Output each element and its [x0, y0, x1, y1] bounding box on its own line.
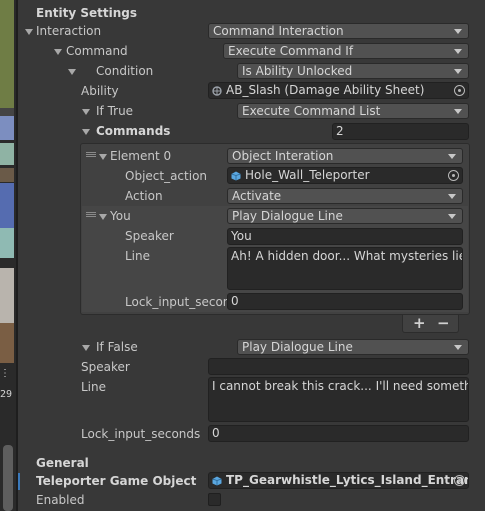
foldout-arrow-icon[interactable]	[68, 69, 76, 75]
add-element-button[interactable]: +	[413, 314, 426, 332]
if-false-lock-value: 0	[212, 426, 220, 440]
dropdown-caret-icon	[448, 194, 456, 199]
foldout-arrow-icon[interactable]	[25, 29, 33, 35]
object-action-label: Object_action	[125, 169, 208, 183]
action-dropdown[interactable]: Activate	[227, 188, 463, 204]
if-false-speaker-label: Speaker	[81, 360, 130, 374]
thumbnail-swatch	[0, 108, 14, 116]
remove-element-button[interactable]: −	[437, 314, 450, 332]
speaker-field[interactable]: You	[227, 228, 463, 245]
if-false-lock-field[interactable]: 0	[208, 425, 469, 442]
line-label: Line	[125, 249, 151, 263]
object-picker-icon[interactable]	[454, 85, 465, 96]
dots-glyph: ⋮	[0, 368, 10, 379]
object-action-value: Hole_Wall_Teleporter	[245, 168, 370, 182]
foldout-arrow-icon[interactable]	[99, 154, 107, 160]
if-false-line-label: Line	[81, 380, 107, 394]
interaction-value: Command Interaction	[213, 24, 344, 38]
condition-value: Is Ability Unlocked	[242, 64, 353, 78]
command-label: Command	[66, 44, 128, 58]
prefab-cube-icon	[212, 476, 222, 486]
commands-size-field[interactable]: 2	[332, 123, 469, 140]
lock-input-label: Lock_input_secon	[125, 295, 231, 309]
if-false-speaker-field[interactable]	[208, 358, 469, 375]
line-textarea[interactable]: Ah! A hidden door... What mysteries lie …	[227, 247, 463, 290]
thumbnail-swatch	[0, 168, 14, 182]
dropdown-caret-icon	[448, 154, 456, 159]
enabled-checkbox[interactable]	[208, 493, 221, 506]
drag-handle-icon[interactable]	[86, 212, 96, 217]
dropdown-caret-icon	[454, 49, 462, 54]
foldout-arrow-icon[interactable]	[82, 345, 90, 351]
thumbnail-swatch	[0, 0, 14, 108]
command-dropdown[interactable]: Execute Command If	[223, 43, 469, 59]
dropdown-caret-icon	[454, 69, 462, 74]
element1-value: Play Dialogue Line	[232, 209, 343, 223]
enabled-label: Enabled	[36, 493, 85, 507]
ability-value: AB_Slash (Damage Ability Sheet)	[226, 83, 425, 97]
if-true-value: Execute Command List	[242, 104, 381, 118]
action-value: Activate	[232, 189, 282, 203]
section-title-general: General	[36, 456, 89, 470]
foldout-arrow-icon[interactable]	[54, 49, 62, 55]
dropdown-caret-icon	[448, 214, 456, 219]
condition-label: Condition	[96, 64, 154, 78]
thumbnail-swatch	[0, 183, 14, 228]
drag-handle-icon[interactable]	[86, 152, 96, 157]
section-title-entity-settings: Entity Settings	[36, 6, 137, 20]
thumbnail-swatch	[0, 268, 14, 323]
thumbnail-swatch	[0, 143, 14, 165]
if-true-label: If True	[96, 104, 134, 118]
element1-label: You	[110, 209, 131, 223]
command-value: Execute Command If	[228, 44, 354, 58]
element0-dropdown[interactable]: Object Interation	[227, 148, 463, 164]
thumbnail-swatch	[0, 116, 14, 140]
object-picker-icon[interactable]	[454, 475, 465, 486]
if-true-dropdown[interactable]: Execute Command List	[237, 103, 469, 119]
left-panel-strip: ⋮ 29	[0, 0, 16, 511]
if-false-value: Play Dialogue Line	[242, 340, 353, 354]
if-false-label: If False	[96, 340, 138, 354]
list-footer: + −	[402, 314, 459, 333]
element1-dropdown[interactable]: Play Dialogue Line	[227, 208, 463, 224]
focus-indicator	[18, 473, 20, 490]
foldout-arrow-icon[interactable]	[99, 214, 107, 220]
prefab-cube-icon	[231, 171, 241, 181]
foldout-arrow-icon[interactable]	[82, 109, 90, 115]
if-false-line-textarea[interactable]: I cannot break this crack... I'll need s…	[208, 377, 469, 422]
if-false-lock-label: Lock_input_seconds	[81, 427, 201, 441]
teleporter-value: TP_Gearwhistle_Lytics_Island_Entrance	[226, 473, 469, 487]
commands-count: 2	[336, 124, 344, 138]
ability-label: Ability	[81, 84, 119, 98]
ability-object-field[interactable]: AB_Slash (Damage Ability Sheet)	[208, 82, 469, 99]
line-value: Ah! A hidden door... What mysteries lie …	[231, 249, 463, 263]
dropdown-caret-icon	[454, 29, 462, 34]
dropdown-caret-icon	[454, 345, 462, 350]
action-label: Action	[125, 189, 163, 203]
element0-value: Object Interation	[232, 149, 334, 163]
element0-label: Element 0	[110, 149, 172, 163]
commands-label: Commands	[96, 124, 171, 138]
foldout-arrow-icon[interactable]	[82, 129, 90, 135]
teleporter-object-field[interactable]: TP_Gearwhistle_Lytics_Island_Entrance	[208, 472, 469, 489]
if-false-dropdown[interactable]: Play Dialogue Line	[237, 339, 469, 355]
speaker-label: Speaker	[125, 229, 174, 243]
object-action-field[interactable]: Hole_Wall_Teleporter	[227, 167, 463, 184]
inspector-panel: Entity Settings Interaction Command Inte…	[18, 0, 485, 511]
object-picker-icon[interactable]	[448, 170, 459, 181]
if-false-line-value: I cannot break this crack... I'll need s…	[212, 379, 469, 393]
condition-dropdown[interactable]: Is Ability Unlocked	[237, 63, 469, 79]
scrollbar-thumb[interactable]	[3, 445, 13, 511]
lock-input-field[interactable]: 0	[227, 293, 463, 310]
scriptable-object-icon	[212, 86, 222, 96]
dropdown-caret-icon	[454, 109, 462, 114]
interaction-dropdown[interactable]: Command Interaction	[208, 23, 469, 39]
thumbnail-swatch	[0, 323, 14, 363]
number-fragment: 29	[0, 389, 13, 400]
interaction-label: Interaction	[36, 24, 102, 38]
thumbnail-swatch	[0, 228, 14, 258]
speaker-value: You	[231, 229, 252, 243]
teleporter-label: Teleporter Game Object	[36, 474, 197, 488]
lock-input-value: 0	[231, 294, 239, 308]
